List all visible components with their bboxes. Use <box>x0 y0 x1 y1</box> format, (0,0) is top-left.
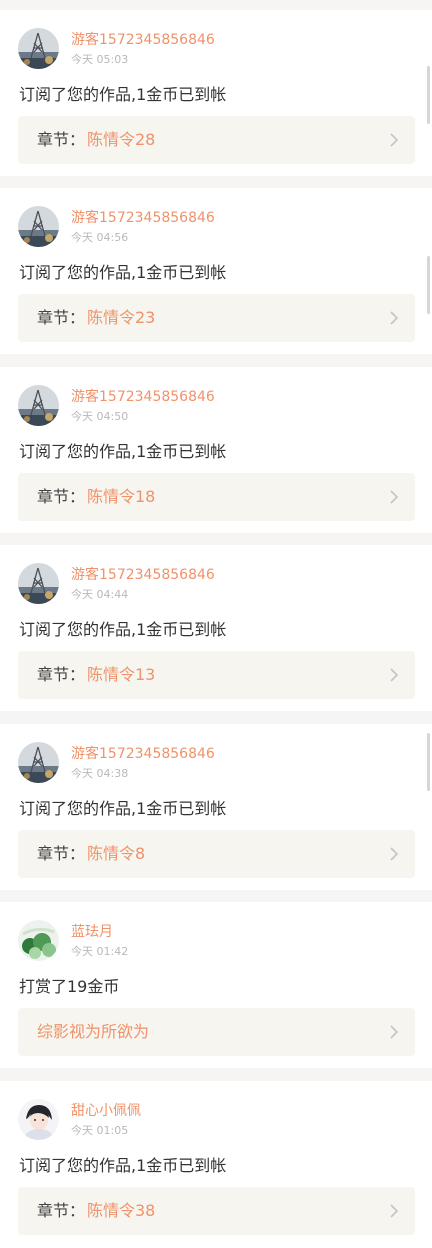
timestamp: 今天 04:56 <box>71 231 129 244</box>
work-title: 综影视为所欲为 <box>37 1022 150 1041</box>
username[interactable]: 甜心小佩佩 <box>71 1103 141 1119</box>
chapter-link[interactable]: 章节： 陈情令38 <box>18 1187 415 1235</box>
chapter-title: 陈情令13 <box>87 665 156 684</box>
chapter-title: 陈情令28 <box>87 130 156 149</box>
user-avatar-landscape[interactable] <box>18 742 59 783</box>
chevron-right-icon <box>390 668 399 682</box>
chevron-right-icon <box>390 490 399 504</box>
chapter-link[interactable]: 章节： 陈情令8 <box>18 830 415 878</box>
timestamp: 今天 05:03 <box>71 53 129 66</box>
chapter-link[interactable]: 章节： 陈情令18 <box>18 473 415 521</box>
scroll-indicator[interactable] <box>427 66 430 124</box>
chapter-link[interactable]: 章节： 陈情令13 <box>18 651 415 699</box>
notification-card: 游客1572345856846 今天 05:03 订阅了您的作品,1金币已到帐 … <box>0 10 432 176</box>
chapter-prefix: 章节： <box>37 130 86 149</box>
username[interactable]: 游客1572345856846 <box>71 746 215 762</box>
timestamp: 今天 04:50 <box>71 410 129 423</box>
user-avatar-landscape[interactable] <box>18 28 59 69</box>
username[interactable]: 游客1572345856846 <box>71 210 215 226</box>
notification-message: 打赏了19金币 <box>19 977 120 996</box>
chevron-right-icon <box>390 1204 399 1218</box>
username[interactable]: 游客1572345856846 <box>71 32 215 48</box>
notification-message: 订阅了您的作品,1金币已到帐 <box>19 442 227 461</box>
chevron-right-icon <box>390 133 399 147</box>
notification-message: 订阅了您的作品,1金币已到帐 <box>19 263 227 282</box>
user-avatar-landscape[interactable] <box>18 206 59 247</box>
scroll-indicator[interactable] <box>427 256 430 314</box>
notification-card: 蓝珐月 今天 01:42 打赏了19金币 综影视为所欲为 <box>0 902 432 1068</box>
chapter-link[interactable]: 章节： 陈情令28 <box>18 116 415 164</box>
chapter-link[interactable]: 章节： 陈情令23 <box>18 294 415 342</box>
chevron-right-icon <box>390 311 399 325</box>
user-avatar-landscape[interactable] <box>18 385 59 426</box>
timestamp: 今天 04:44 <box>71 588 129 601</box>
notification-message: 订阅了您的作品,1金币已到帐 <box>19 85 227 104</box>
chevron-right-icon <box>390 847 399 861</box>
notification-card: 游客1572345856846 今天 04:50 订阅了您的作品,1金币已到帐 … <box>0 367 432 533</box>
chapter-title: 陈情令18 <box>87 487 156 506</box>
user-avatar-portrait[interactable] <box>18 1099 59 1140</box>
username[interactable]: 游客1572345856846 <box>71 567 215 583</box>
username[interactable]: 蓝珐月 <box>71 924 113 940</box>
user-avatar-landscape[interactable] <box>18 563 59 604</box>
notification-card: 游客1572345856846 今天 04:44 订阅了您的作品,1金币已到帐 … <box>0 545 432 711</box>
chevron-right-icon <box>390 1025 399 1039</box>
user-avatar-plant[interactable] <box>18 920 59 961</box>
work-link[interactable]: 综影视为所欲为 <box>18 1008 415 1056</box>
chapter-title: 陈情令8 <box>87 844 146 863</box>
notification-feed: 游客1572345856846 今天 05:03 订阅了您的作品,1金币已到帐 … <box>0 0 432 1248</box>
chapter-title: 陈情令23 <box>87 308 156 327</box>
notification-card: 游客1572345856846 今天 04:38 订阅了您的作品,1金币已到帐 … <box>0 724 432 890</box>
notification-card: 游客1572345856846 今天 04:56 订阅了您的作品,1金币已到帐 … <box>0 188 432 354</box>
chapter-prefix: 章节： <box>37 665 86 684</box>
chapter-title: 陈情令38 <box>87 1201 156 1220</box>
timestamp: 今天 01:05 <box>71 1124 129 1137</box>
scroll-indicator[interactable] <box>427 733 430 791</box>
timestamp: 今天 04:38 <box>71 767 129 780</box>
username[interactable]: 游客1572345856846 <box>71 389 215 405</box>
timestamp: 今天 01:42 <box>71 945 129 958</box>
chapter-prefix: 章节： <box>37 1201 86 1220</box>
chapter-prefix: 章节： <box>37 308 86 327</box>
chapter-prefix: 章节： <box>37 844 86 863</box>
notification-message: 订阅了您的作品,1金币已到帐 <box>19 799 227 818</box>
notification-message: 订阅了您的作品,1金币已到帐 <box>19 620 227 639</box>
chapter-prefix: 章节： <box>37 487 86 506</box>
notification-card: 甜心小佩佩 今天 01:05 订阅了您的作品,1金币已到帐 章节： 陈情令38 <box>0 1081 432 1248</box>
notification-message: 订阅了您的作品,1金币已到帐 <box>19 1156 227 1175</box>
